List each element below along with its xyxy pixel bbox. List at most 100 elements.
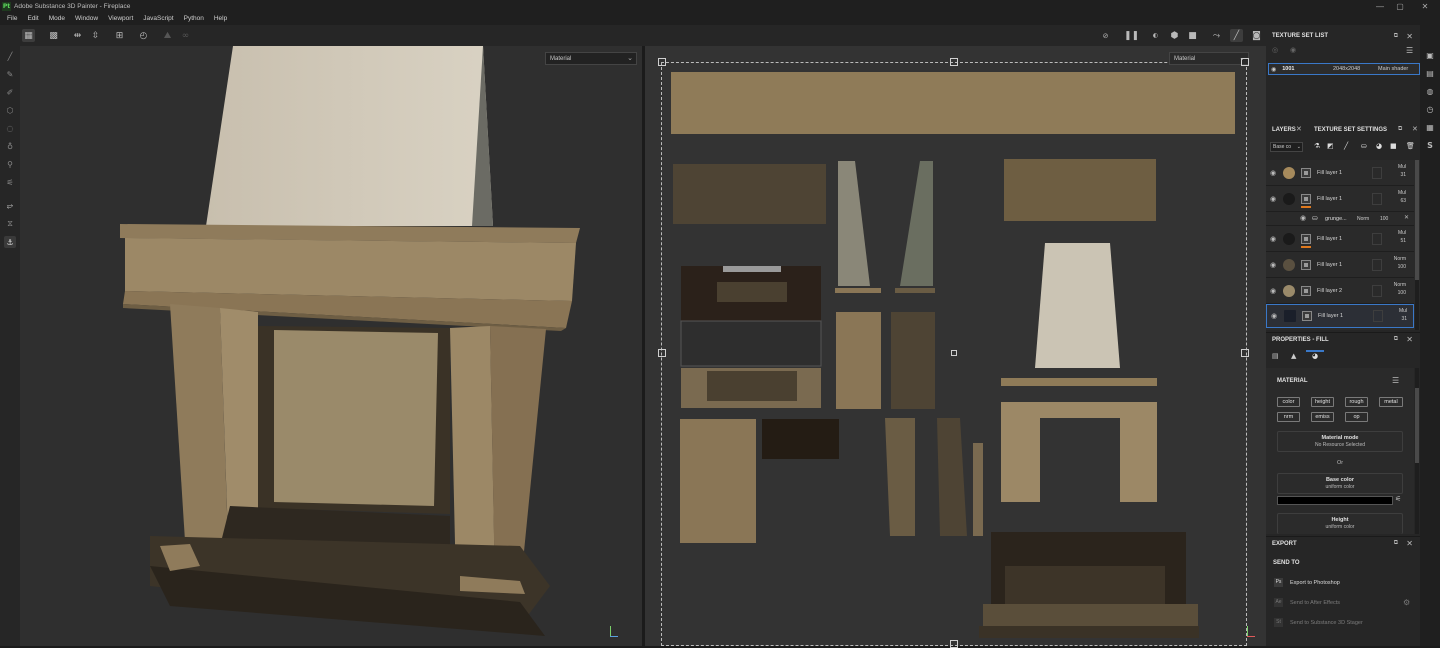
uv-handle-center[interactable] [951, 350, 957, 356]
eye-icon[interactable]: ◉ [1270, 287, 1276, 295]
menu-window[interactable]: Window [70, 15, 103, 22]
pause-icon[interactable]: ❚❚ [1124, 29, 1139, 42]
layer-row-selected[interactable]: ◉ Fill layer 1 Mul 31 [1266, 304, 1414, 328]
material-tab-icon[interactable]: ◕ [1306, 350, 1324, 364]
paint-brush-icon[interactable]: ╱ [4, 50, 16, 62]
channel-chip-metal[interactable]: metal [1379, 397, 1403, 407]
eye-icon[interactable]: ◉ [1271, 66, 1276, 73]
close-icon[interactable]: ✕ [1404, 214, 1409, 221]
layers-scrollbar[interactable] [1415, 160, 1419, 330]
add-mask-icon[interactable]: ◩ [1327, 142, 1334, 150]
camera-icon[interactable]: ■ [1186, 29, 1199, 42]
material-mode-button[interactable]: Material mode No Resource Selected [1277, 431, 1403, 452]
channel-chip-height[interactable]: height [1311, 397, 1334, 407]
environment-icon[interactable]: ◍ [1424, 85, 1436, 97]
blend-mode[interactable]: Norm [1386, 255, 1406, 263]
blend-mode[interactable]: Mul [1386, 229, 1406, 237]
viewport3d-channel-select[interactable]: Material ⌄ [545, 52, 637, 65]
layer-row[interactable]: ◉ Fill layer 1 Mul 51 [1266, 226, 1414, 252]
uv-handle-right[interactable] [1241, 349, 1249, 357]
stamp-icon[interactable]: ⚲ [4, 158, 16, 170]
menu-file[interactable]: File [2, 15, 22, 22]
add-paint-layer-icon[interactable]: ╱ [1344, 142, 1348, 150]
layer-mask-slot[interactable] [1372, 232, 1382, 245]
close-icon[interactable]: ✕ [1412, 125, 1418, 133]
export-photoshop-item[interactable]: Ps Export to Photoshop [1274, 578, 1414, 589]
menu-icon[interactable]: ☰ [1392, 376, 1399, 385]
opacity-value[interactable]: 100 [1386, 289, 1406, 297]
opacity-value[interactable]: 51 [1386, 237, 1406, 245]
layer-row[interactable]: ◉ Fill layer 2 Norm 100 [1266, 278, 1414, 304]
menu-mode[interactable]: Mode [44, 15, 70, 22]
display-settings-icon[interactable]: ▦ [1424, 121, 1436, 133]
eye-icon[interactable]: ◉ [1270, 169, 1276, 177]
channel-chip-color[interactable]: color [1277, 397, 1300, 407]
export-after-effects-item[interactable]: Ae Send to After Effects ⚙ [1274, 598, 1414, 609]
cube-icon[interactable]: ⬢ [1168, 29, 1181, 42]
add-folder-icon[interactable]: ■ [1390, 142, 1397, 150]
uv-handle-bottom[interactable] [950, 640, 958, 648]
uv-handle-top[interactable] [950, 58, 958, 66]
mask-icon[interactable] [1301, 259, 1311, 270]
channel-chip-emiss[interactable]: emiss [1311, 412, 1334, 422]
symmetry-y-icon[interactable]: ⇳ [89, 29, 102, 42]
mask-icon[interactable] [1301, 285, 1311, 296]
blend-mode[interactable]: Mul [1387, 307, 1407, 315]
mask-icon[interactable] [1301, 167, 1311, 178]
add-effect-icon[interactable]: ⚗ [1314, 142, 1320, 150]
layer-mask-slot[interactable] [1372, 166, 1382, 179]
opacity-value[interactable]: 31 [1386, 171, 1406, 179]
mask-icon[interactable] [1301, 193, 1311, 204]
channel-chip-nrm[interactable]: nrm [1277, 412, 1300, 422]
pin-icon[interactable]: ⧉ [1398, 126, 1402, 133]
screenshot-icon[interactable]: ◙ [1250, 29, 1263, 42]
eye-icon[interactable]: ◉ [1270, 195, 1276, 203]
eye-icon[interactable]: ◉ [1270, 261, 1276, 269]
channel-chip-op[interactable]: op [1345, 412, 1368, 422]
base-color-button[interactable]: Base color uniform color [1277, 473, 1403, 494]
export-stager-item[interactable]: St Send to Substance 3D Stager [1274, 618, 1414, 629]
blend-mode[interactable]: Norm [1386, 281, 1406, 289]
blend-mode[interactable]: Mul [1386, 189, 1406, 197]
smart-material-icon[interactable]: ◕ [1376, 142, 1382, 150]
eye-icon[interactable]: ◉ [1271, 312, 1277, 320]
projection-icon[interactable]: ✐ [4, 86, 16, 98]
smudge-icon[interactable]: ◌ [4, 122, 16, 134]
eye-icon[interactable]: ◉ [1300, 214, 1306, 222]
measure-icon[interactable]: ⧖ [4, 218, 16, 230]
mask-icon[interactable] [1302, 311, 1312, 321]
view-mode-icon[interactable]: ◐ [1149, 29, 1162, 42]
add-fill-layer-icon[interactable]: ⛀ [1361, 142, 1367, 150]
close-icon[interactable]: ✕ [1406, 32, 1413, 41]
paint-mode-icon[interactable]: ╱ [1230, 29, 1243, 42]
pin-icon[interactable]: ⧉ [1394, 540, 1398, 547]
substance-icon[interactable]: S [1424, 139, 1436, 151]
layer-mask-slot[interactable] [1372, 192, 1382, 205]
pin-icon[interactable]: ⧉ [1394, 336, 1398, 343]
geometry-mask-tab-icon[interactable]: ▲ [1291, 352, 1296, 360]
close-icon[interactable]: ✕ [1406, 335, 1413, 344]
history-icon[interactable]: ◴ [137, 29, 150, 42]
layer-row[interactable]: ◉ Fill layer 1 Norm 100 [1266, 252, 1414, 278]
layer-mask-slot[interactable] [1372, 258, 1382, 271]
tab-layers[interactable]: LAYERS [1272, 127, 1296, 133]
opacity-value[interactable]: 31 [1387, 315, 1407, 323]
color-picker-icon[interactable]: ⚟ [4, 176, 16, 188]
opacity-value[interactable]: 100 [1386, 263, 1406, 271]
shelf-icon[interactable]: ▤ [1424, 67, 1436, 79]
effect-opacity-value[interactable]: 100 [1380, 216, 1388, 222]
blend-mode[interactable]: Mul [1386, 163, 1406, 171]
eye-toggle-icon[interactable]: ◉ [1290, 46, 1296, 54]
close-button[interactable]: ✕ [1410, 0, 1440, 12]
height-button[interactable]: Height uniform color [1277, 513, 1403, 534]
opacity-value[interactable]: 63 [1386, 197, 1406, 205]
effect-blend-mode[interactable]: Norm [1357, 216, 1369, 222]
add-frame-icon[interactable]: ⊞ [113, 29, 126, 42]
eraser-icon[interactable]: ✎ [4, 68, 16, 80]
transform-icon[interactable]: ⥂ [4, 200, 16, 212]
clone-icon[interactable]: ♁ [4, 140, 16, 152]
hide-ui-icon[interactable]: ⊘ [1099, 29, 1112, 42]
gear-icon[interactable]: ⚙ [1403, 598, 1410, 607]
tab-texture-set-settings[interactable]: TEXTURE SET SETTINGS [1314, 127, 1387, 133]
grid-options-icon[interactable]: ▩ [47, 29, 60, 42]
